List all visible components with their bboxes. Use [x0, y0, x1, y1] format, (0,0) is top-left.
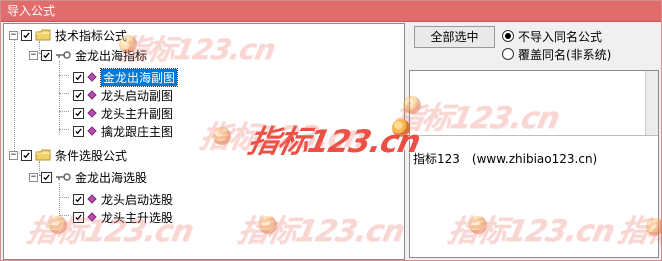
tree-checkbox[interactable] — [41, 171, 52, 183]
formula-description-box[interactable]: 指标123 (www.zhibiao123.cn) — [409, 70, 659, 258]
import-formula-dialog: 导入公式 − 技术指标公式 − 金龙出海指标 金龙出海副图 龙头启动副图 龙头主… — [0, 0, 662, 261]
tree-item-label: 龙头主升选股 — [101, 210, 174, 225]
radio-label: 不导入同名公式 — [518, 29, 603, 44]
tree-checkbox[interactable] — [21, 29, 32, 41]
tree-item-label: 龙头启动副图 — [101, 88, 174, 103]
tree-item-longtou-start-subchart[interactable]: 龙头启动副图 — [73, 86, 173, 104]
tree-checkbox[interactable] — [73, 193, 84, 205]
radio-empty-icon[interactable] — [502, 48, 514, 60]
description-divider — [410, 135, 658, 136]
tree-group-label: 技术指标公式 — [55, 28, 128, 43]
import-option-group: 不导入同名公式 覆盖同名(非系统) — [502, 27, 657, 63]
tree-item-qinlong-mainchart[interactable]: 擒龙跟庄主图 — [73, 122, 173, 140]
tree-checkbox[interactable] — [73, 211, 84, 223]
description-scrollbar[interactable] — [645, 71, 658, 135]
tree-item-label-selected: 金龙出海副图 — [99, 67, 179, 87]
tree-connector — [59, 183, 60, 216]
check-icon — [75, 91, 82, 98]
titlebar: 导入公式 — [1, 1, 661, 22]
tree-node-jinlong-indicator[interactable]: − 金龙出海指标 — [29, 46, 147, 64]
key-icon — [56, 173, 71, 181]
tree-item-jinlong-subchart[interactable]: 金龙出海副图 — [73, 67, 179, 87]
tree-connector — [59, 75, 69, 76]
radio-dot — [505, 33, 511, 39]
option-no-import-same-name[interactable]: 不导入同名公式 — [502, 27, 657, 45]
tree-group-stock-selection[interactable]: − 条件选股公式 — [9, 146, 127, 164]
check-icon — [75, 109, 82, 116]
tree-checkbox[interactable] — [73, 71, 84, 83]
expander-collapse-icon[interactable]: − — [9, 150, 18, 160]
check-icon — [43, 173, 50, 180]
tree-connector — [59, 197, 69, 198]
check-icon — [23, 31, 30, 38]
tree-connector — [59, 111, 69, 112]
formula-gem-icon — [87, 90, 97, 100]
tree-item-label: 龙头主升副图 — [101, 106, 174, 121]
tree-checkbox[interactable] — [73, 107, 84, 119]
folder-icon — [35, 149, 51, 161]
expander-collapse-icon[interactable]: − — [29, 172, 38, 182]
formula-gem-icon — [87, 212, 97, 222]
tree-item-longtou-rise-selection[interactable]: 龙头主升选股 — [73, 208, 173, 226]
tree-checkbox[interactable] — [73, 89, 84, 101]
tree-checkbox[interactable] — [21, 149, 32, 161]
check-icon — [75, 195, 82, 202]
radio-label: 覆盖同名(非系统) — [518, 47, 612, 62]
tree-node-label: 金龙出海指标 — [75, 48, 148, 63]
check-icon — [75, 73, 82, 80]
check-icon — [43, 51, 50, 58]
tree-node-label: 金龙出海选股 — [75, 170, 148, 185]
tree-item-label: 龙头启动选股 — [101, 192, 174, 207]
expander-collapse-icon[interactable]: − — [9, 30, 18, 40]
options-panel: 全部选中 不导入同名公式 覆盖同名(非系统) 指标123 (www.zhibia… — [407, 23, 661, 260]
radio-selected-icon[interactable] — [502, 30, 514, 42]
tree-connector — [59, 129, 69, 130]
expander-collapse-icon[interactable]: − — [29, 50, 38, 60]
check-icon — [75, 213, 82, 220]
tree-group-label: 条件选股公式 — [55, 148, 128, 163]
tree-node-jinlong-selection[interactable]: − 金龙出海选股 — [29, 168, 147, 186]
check-icon — [75, 127, 82, 134]
window-title: 导入公式 — [7, 4, 56, 18]
key-icon — [56, 51, 71, 59]
tree-item-longtou-rise-subchart[interactable]: 龙头主升副图 — [73, 104, 173, 122]
tree-connector — [59, 93, 69, 94]
folder-icon — [35, 29, 51, 41]
tree-connector — [14, 33, 15, 153]
description-text: 指标123 (www.zhibiao123.cn) — [413, 152, 598, 166]
tree-connector — [59, 215, 69, 216]
tree-checkbox[interactable] — [73, 125, 84, 137]
formula-gem-icon — [87, 108, 97, 118]
formula-tree[interactable]: − 技术指标公式 − 金龙出海指标 金龙出海副图 龙头启动副图 龙头主升副图 擒… — [3, 23, 405, 260]
tree-group-tech-indicators[interactable]: − 技术指标公式 — [9, 26, 127, 44]
tree-item-longtou-start-selection[interactable]: 龙头启动选股 — [73, 190, 173, 208]
formula-gem-icon — [87, 72, 97, 82]
tree-checkbox[interactable] — [41, 49, 52, 61]
check-icon — [23, 151, 30, 158]
select-all-button[interactable]: 全部选中 — [414, 26, 495, 48]
tree-connector — [59, 61, 60, 135]
formula-gem-icon — [87, 194, 97, 204]
formula-gem-icon — [87, 126, 97, 136]
option-overwrite-same-name[interactable]: 覆盖同名(非系统) — [502, 45, 657, 63]
tree-item-label: 擒龙跟庄主图 — [101, 124, 174, 139]
